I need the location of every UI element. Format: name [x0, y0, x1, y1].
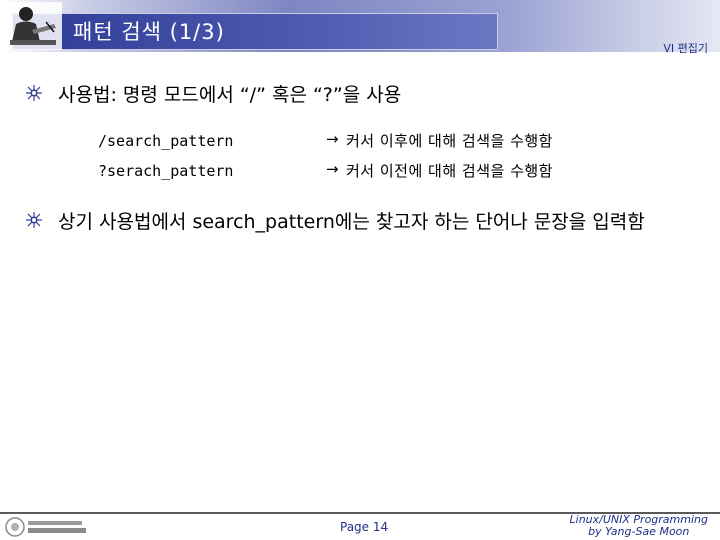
command-code: /search_pattern — [98, 132, 234, 150]
course-credit: Linux/UNIX Programming by Yang-Sae Moon — [570, 514, 708, 538]
right-arrow-icon: → — [326, 160, 339, 178]
sunburst-bullet-icon — [26, 85, 42, 101]
page-number: Page 14 — [340, 520, 389, 534]
command-code: ?serach_pattern — [98, 162, 234, 180]
usage-text: 사용법: 명령 모드에서 “/” 혹은 “?”을 사용 — [58, 84, 402, 106]
sunburst-bullet-icon — [26, 212, 42, 228]
command-description: 커서 이후에 대해 검색을 수행함 — [346, 132, 553, 150]
right-arrow-icon: → — [326, 130, 339, 148]
person-writing-icon — [2, 2, 62, 50]
course-author: by Yang-Sae Moon — [588, 525, 690, 538]
note-text: 상기 사용법에서 search_pattern에는 찾고자 하는 단어나 문장을… — [58, 211, 645, 233]
university-seal-icon — [5, 517, 86, 537]
page-title: 패턴 검색 (1/3) — [73, 20, 225, 44]
command-description: 커서 이전에 대해 검색을 수행함 — [346, 162, 553, 180]
section-subtitle: VI 편집기 — [663, 42, 708, 55]
